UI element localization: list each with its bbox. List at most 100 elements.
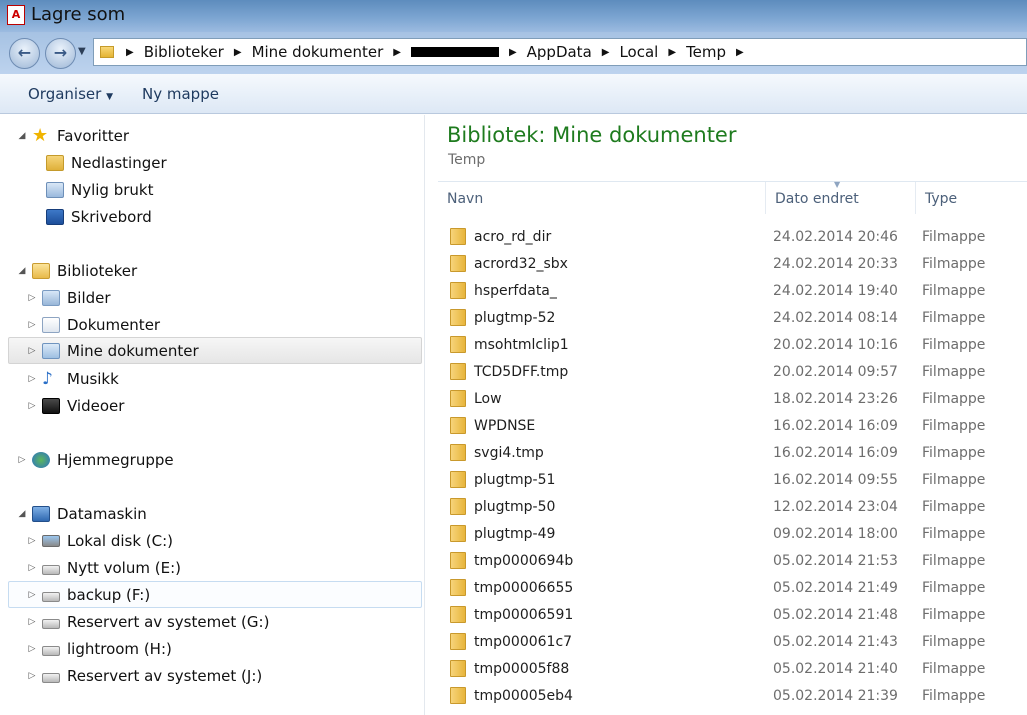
system-drive-icon (42, 534, 60, 547)
breadcrumb-temp[interactable]: Temp (680, 43, 732, 61)
forward-button[interactable]: → (45, 38, 76, 69)
file-type: Filmappe (922, 498, 986, 515)
expanded-icon[interactable]: ◢ (16, 131, 28, 141)
file-type: Filmappe (922, 633, 986, 650)
file-row[interactable]: Low 18.02.2014 23:26 Filmappe (438, 385, 1027, 412)
column-name[interactable]: Navn (438, 182, 766, 214)
file-row[interactable]: msohtmlclip1 20.02.2014 10:16 Filmappe (438, 331, 1027, 358)
nav-my-documents[interactable]: ▷ Mine dokumenter (8, 337, 422, 364)
file-row[interactable]: plugtmp-50 12.02.2014 23:04 Filmappe (438, 493, 1027, 520)
collapsed-icon[interactable]: ▷ (26, 563, 38, 573)
collapsed-icon[interactable]: ▷ (26, 401, 38, 411)
nav-recent[interactable]: Nylig brukt (30, 176, 154, 203)
nav-downloads[interactable]: Nedlastinger (30, 149, 167, 176)
command-bar: Organiser ▼ Ny mappe (0, 74, 1027, 114)
organize-button[interactable]: Organiser ▼ (28, 85, 113, 103)
back-button[interactable]: ← (9, 38, 40, 69)
collapsed-icon[interactable]: ▷ (16, 455, 28, 465)
chevron-right-icon[interactable]: ▶ (664, 47, 680, 58)
folder-icon (450, 336, 466, 353)
navigation-pane: ◢ ★ Favoritter Nedlastinger Nylig brukt Sk… (0, 115, 425, 715)
redacted-user-folder[interactable] (410, 47, 499, 57)
folder-icon (450, 444, 466, 461)
nav-music[interactable]: ▷ ♪ Musikk (26, 365, 119, 392)
chevron-down-icon: ▼ (106, 92, 114, 102)
file-row[interactable]: WPDNSE 16.02.2014 16:09 Filmappe (438, 412, 1027, 439)
nav-drive-f[interactable]: ▷ backup (F:) (8, 581, 422, 608)
library-title: Bibliotek: Mine dokumenter (447, 123, 737, 147)
file-row[interactable]: plugtmp-49 09.02.2014 18:00 Filmappe (438, 520, 1027, 547)
file-row[interactable]: tmp00006655 05.02.2014 21:49 Filmappe (438, 574, 1027, 601)
new-folder-button[interactable]: Ny mappe (142, 85, 219, 103)
file-type: Filmappe (922, 471, 986, 488)
file-name: tmp00006591 (474, 606, 574, 623)
file-name: svgi4.tmp (474, 444, 544, 461)
file-row[interactable]: acrord32_sbx 24.02.2014 20:33 Filmappe (438, 250, 1027, 277)
nav-drive-h[interactable]: ▷ lightroom (H:) (26, 635, 172, 662)
file-date: 24.02.2014 20:46 (773, 228, 898, 245)
file-row[interactable]: hsperfdata_ 24.02.2014 19:40 Filmappe (438, 277, 1027, 304)
nav-favorites[interactable]: ◢ ★ Favoritter (16, 122, 129, 149)
file-row[interactable]: plugtmp-52 24.02.2014 08:14 Filmappe (438, 304, 1027, 331)
chevron-right-icon[interactable]: ▶ (598, 47, 614, 58)
collapsed-icon[interactable]: ▷ (26, 346, 38, 356)
file-date: 12.02.2014 23:04 (773, 498, 898, 515)
file-row[interactable]: tmp00005f88 05.02.2014 21:40 Filmappe (438, 655, 1027, 682)
chevron-right-icon[interactable]: ▶ (230, 47, 246, 58)
column-type[interactable]: Type (916, 182, 1027, 214)
file-name: TCD5DFF.tmp (474, 363, 569, 380)
folder-icon (450, 417, 466, 434)
homegroup-icon (32, 451, 50, 468)
chevron-right-icon[interactable]: ▶ (732, 47, 748, 58)
nav-drive-c[interactable]: ▷ Lokal disk (C:) (26, 527, 173, 554)
folder-icon (450, 525, 466, 542)
expanded-icon[interactable]: ◢ (16, 266, 28, 276)
collapsed-icon[interactable]: ▷ (26, 536, 38, 546)
file-date: 16.02.2014 16:09 (773, 444, 898, 461)
file-row[interactable]: svgi4.tmp 16.02.2014 16:09 Filmappe (438, 439, 1027, 466)
collapsed-icon[interactable]: ▷ (26, 293, 38, 303)
nav-drive-g[interactable]: ▷ Reservert av systemet (G:) (26, 608, 270, 635)
nav-videos[interactable]: ▷ Videoer (26, 392, 125, 419)
chevron-right-icon[interactable]: ▶ (122, 47, 138, 58)
collapsed-icon[interactable]: ▷ (26, 374, 38, 384)
computer-icon (32, 505, 50, 522)
breadcrumb-my-documents[interactable]: Mine dokumenter (246, 43, 390, 61)
expanded-icon[interactable]: ◢ (16, 509, 28, 519)
breadcrumb-libraries[interactable]: Biblioteker (138, 43, 230, 61)
nav-libraries[interactable]: ◢ Biblioteker (16, 257, 138, 284)
breadcrumb-appdata[interactable]: AppData (521, 43, 598, 61)
file-row[interactable]: tmp0000694b 05.02.2014 21:53 Filmappe (438, 547, 1027, 574)
collapsed-icon[interactable]: ▷ (26, 671, 38, 681)
collapsed-icon[interactable]: ▷ (26, 590, 38, 600)
recent-pages-dropdown-icon[interactable]: ▼ (78, 46, 86, 57)
file-row[interactable]: tmp00005eb4 05.02.2014 21:39 Filmappe (438, 682, 1027, 709)
file-row[interactable]: TCD5DFF.tmp 20.02.2014 09:57 Filmappe (438, 358, 1027, 385)
nav-pictures[interactable]: ▷ Bilder (26, 284, 111, 311)
file-list-pane: Bibliotek: Mine dokumenter Temp Navn Dat… (426, 115, 1027, 715)
nav-documents[interactable]: ▷ Dokumenter (26, 311, 161, 338)
my-documents-icon (42, 342, 60, 359)
nav-drive-e[interactable]: ▷ Nytt volum (E:) (26, 554, 181, 581)
file-row[interactable]: acro_rd_dir 24.02.2014 20:46 Filmappe (438, 223, 1027, 250)
file-row[interactable]: plugtmp-51 16.02.2014 09:55 Filmappe (438, 466, 1027, 493)
chevron-right-icon[interactable]: ▶ (505, 47, 521, 58)
nav-homegroup[interactable]: ▷ Hjemmegruppe (16, 446, 174, 473)
address-bar[interactable]: ▶ Biblioteker ▶ Mine dokumenter ▶ ▶ AppD… (93, 38, 1027, 66)
file-date: 05.02.2014 21:40 (773, 660, 898, 677)
file-row[interactable]: tmp000061c7 05.02.2014 21:43 Filmappe (438, 628, 1027, 655)
collapsed-icon[interactable]: ▷ (26, 617, 38, 627)
chevron-right-icon[interactable]: ▶ (389, 47, 405, 58)
breadcrumb-local[interactable]: Local (613, 43, 664, 61)
collapsed-icon[interactable]: ▷ (26, 320, 38, 330)
nav-computer[interactable]: ◢ Datamaskin (16, 500, 147, 527)
folder-icon (450, 552, 466, 569)
collapsed-icon[interactable]: ▷ (26, 644, 38, 654)
file-type: Filmappe (922, 363, 986, 380)
nav-drive-j[interactable]: ▷ Reservert av systemet (J:) (26, 662, 263, 689)
file-name: WPDNSE (474, 417, 536, 434)
nav-desktop[interactable]: Skrivebord (30, 203, 152, 230)
file-row[interactable]: tmp00006591 05.02.2014 21:48 Filmappe (438, 601, 1027, 628)
column-date-modified[interactable]: Dato endret (766, 182, 916, 214)
file-date: 24.02.2014 19:40 (773, 282, 898, 299)
